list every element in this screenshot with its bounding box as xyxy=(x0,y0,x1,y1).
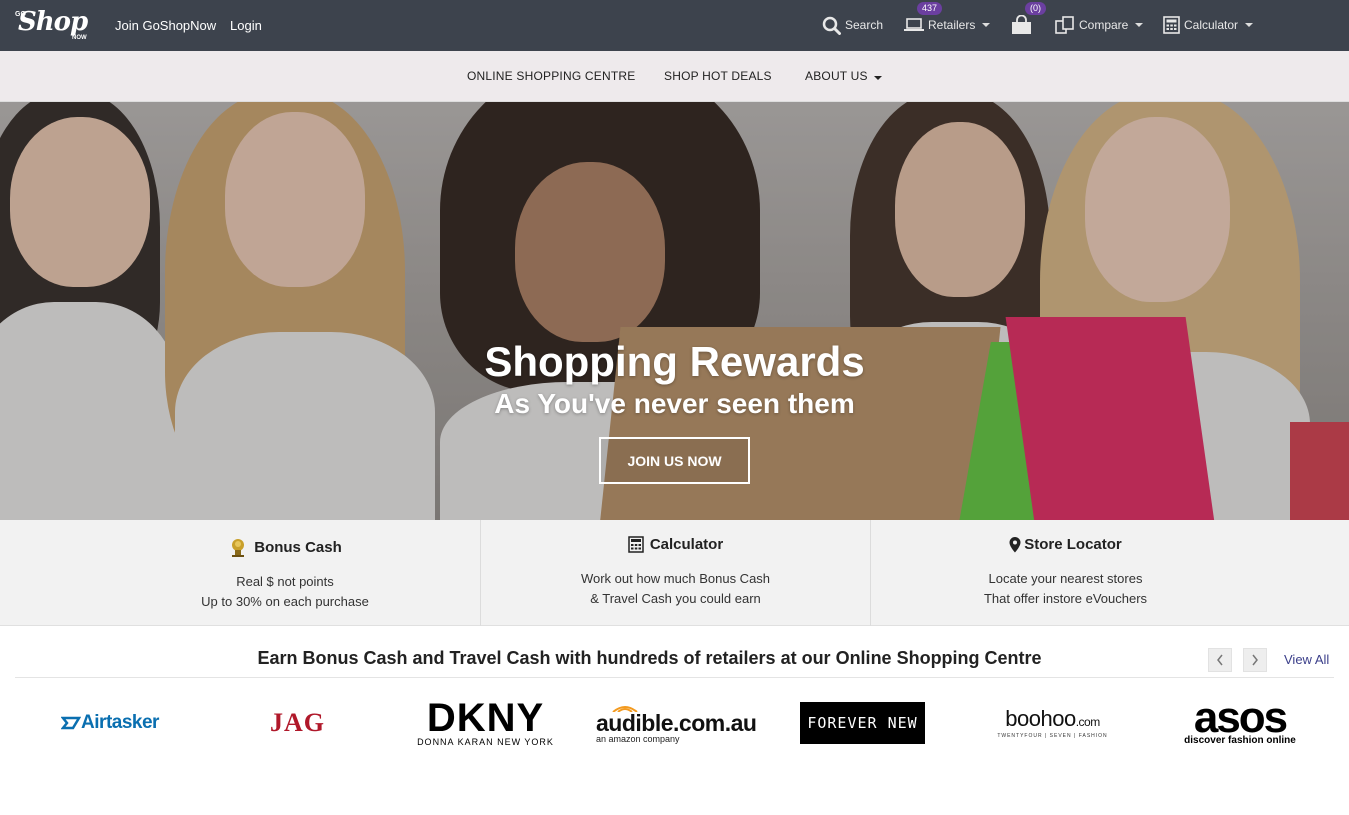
boohoo-name: boohoo xyxy=(1005,705,1076,731)
goshopnow-logo[interactable]: GO Shop NOW xyxy=(14,7,94,43)
retailers-dropdown[interactable]: Retailers xyxy=(904,12,991,38)
calculator-label: Calculator xyxy=(1184,18,1239,32)
retailers-heading: Earn Bonus Cash and Travel Cash with hun… xyxy=(257,648,1042,668)
hero-banner: Shopping Rewards As You've never seen th… xyxy=(0,102,1349,520)
logo-shop-text: Shop xyxy=(18,7,88,37)
join-us-now-button[interactable]: JOIN US NOW xyxy=(599,437,750,484)
features-strip: Bonus Cash Real $ not points Up to 30% o… xyxy=(0,520,1349,626)
feature-text: Locate your nearest stores xyxy=(988,571,1143,586)
view-all-link[interactable]: View All xyxy=(1284,652,1329,667)
chevron-down-icon xyxy=(874,76,883,80)
chevron-down-icon xyxy=(1135,23,1144,27)
nav-about-us-label: ABOUT US xyxy=(805,69,868,83)
shopping-bag-icon xyxy=(1012,15,1031,34)
map-marker-icon xyxy=(1009,536,1021,552)
retailer-logo-dkny[interactable]: DKNY DONNA KARAN NEW YORK xyxy=(398,697,573,749)
compare-label: Compare xyxy=(1079,18,1129,32)
retailer-logo-jag[interactable]: JAG xyxy=(255,697,340,749)
retailers-count-badge: 437 xyxy=(917,2,943,15)
hero-title: Shopping Rewards xyxy=(484,338,865,385)
laptop-icon xyxy=(904,18,924,31)
cart-count-badge: (0) xyxy=(1025,2,1046,15)
asos-tagline: discover fashion online xyxy=(1184,734,1296,746)
cart-button[interactable] xyxy=(1011,12,1032,38)
retailer-logo-audible[interactable]: audible.com.au an amazon company xyxy=(596,697,757,749)
piggy-bank-icon xyxy=(232,539,245,557)
carousel-next-button[interactable] xyxy=(1243,648,1267,672)
retailer-logo-forever-new[interactable]: FOREVER NEW xyxy=(800,697,925,749)
calculator-dropdown[interactable]: Calculator xyxy=(1163,12,1254,38)
feature-calculator[interactable]: Calculator Work out how much Bonus Cash … xyxy=(480,520,870,626)
forever-new-badge: FOREVER NEW xyxy=(800,702,925,744)
boohoo-wordmark: boohoo.com xyxy=(1005,705,1101,733)
feature-title: Calculator xyxy=(649,536,724,553)
feature-store-locator[interactable]: Store Locator Locate your nearest stores… xyxy=(870,520,1260,626)
search-label: Search xyxy=(845,18,884,32)
airtasker-wordmark: Airtasker xyxy=(81,712,159,733)
feature-title: Bonus Cash xyxy=(254,538,342,556)
retailers-label: Retailers xyxy=(928,18,976,32)
hero-subtitle: As You've never seen them xyxy=(494,388,855,419)
dkny-tagline: DONNA KARAN NEW YORK xyxy=(417,737,554,747)
search-button[interactable]: Search xyxy=(822,12,883,38)
calculator-icon xyxy=(628,536,644,553)
feature-text: That offer instore eVouchers xyxy=(983,591,1148,606)
feature-title: Store Locator xyxy=(1024,536,1122,553)
chevron-down-icon xyxy=(1245,23,1254,27)
carousel-prev-button[interactable] xyxy=(1208,648,1232,672)
dkny-wordmark: DKNY xyxy=(426,696,545,740)
compare-icon xyxy=(1055,16,1074,34)
asos-wordmark: asos xyxy=(1193,692,1288,742)
airtasker-mark-icon xyxy=(61,716,82,730)
audible-tagline: an amazon company xyxy=(596,734,680,744)
audible-wordmark: audible.com.au xyxy=(596,710,757,736)
feature-text: & Travel Cash you could earn xyxy=(590,591,761,606)
retailer-logo-boohoo[interactable]: boohoo.com TWENTYFOUR | SEVEN | FASHION xyxy=(990,697,1115,749)
chevron-left-icon xyxy=(1217,654,1223,666)
nav-shop-hot-deals[interactable]: SHOP HOT DEALS xyxy=(664,69,772,83)
boohoo-dotcom: .com xyxy=(1075,714,1101,729)
chevron-right-icon xyxy=(1252,654,1258,666)
feature-text: Real $ not points xyxy=(236,574,334,589)
feature-text: Work out how much Bonus Cash xyxy=(580,571,771,586)
login-link[interactable]: Login xyxy=(230,18,262,33)
retailer-logo-airtasker[interactable]: Airtasker xyxy=(45,697,175,749)
feature-bonus-cash[interactable]: Bonus Cash Real $ not points Up to 30% o… xyxy=(90,520,480,626)
secondary-navigation: ONLINE SHOPPING CENTRE SHOP HOT DEALS AB… xyxy=(0,51,1349,102)
jag-wordmark: JAG xyxy=(270,708,325,737)
forever-new-wordmark: FOREVER NEW xyxy=(807,714,918,732)
search-icon xyxy=(822,16,841,35)
chevron-down-icon xyxy=(982,23,991,27)
nav-online-shopping-centre[interactable]: ONLINE SHOPPING CENTRE xyxy=(467,69,635,83)
top-navigation-bar: GO Shop NOW Join GoShopNow Login Search … xyxy=(0,0,1349,51)
retailer-logo-asos[interactable]: asos discover fashion online xyxy=(1170,692,1310,749)
calculator-icon xyxy=(1163,16,1180,34)
boohoo-tagline: TWENTYFOUR | SEVEN | FASHION xyxy=(997,732,1108,739)
join-link[interactable]: Join GoShopNow xyxy=(115,18,216,33)
divider xyxy=(15,677,1334,678)
nav-about-us[interactable]: ABOUT US xyxy=(805,69,883,83)
logo-now-text: NOW xyxy=(72,35,87,41)
compare-dropdown[interactable]: Compare xyxy=(1055,12,1144,38)
feature-text: Up to 30% on each purchase xyxy=(201,594,369,609)
